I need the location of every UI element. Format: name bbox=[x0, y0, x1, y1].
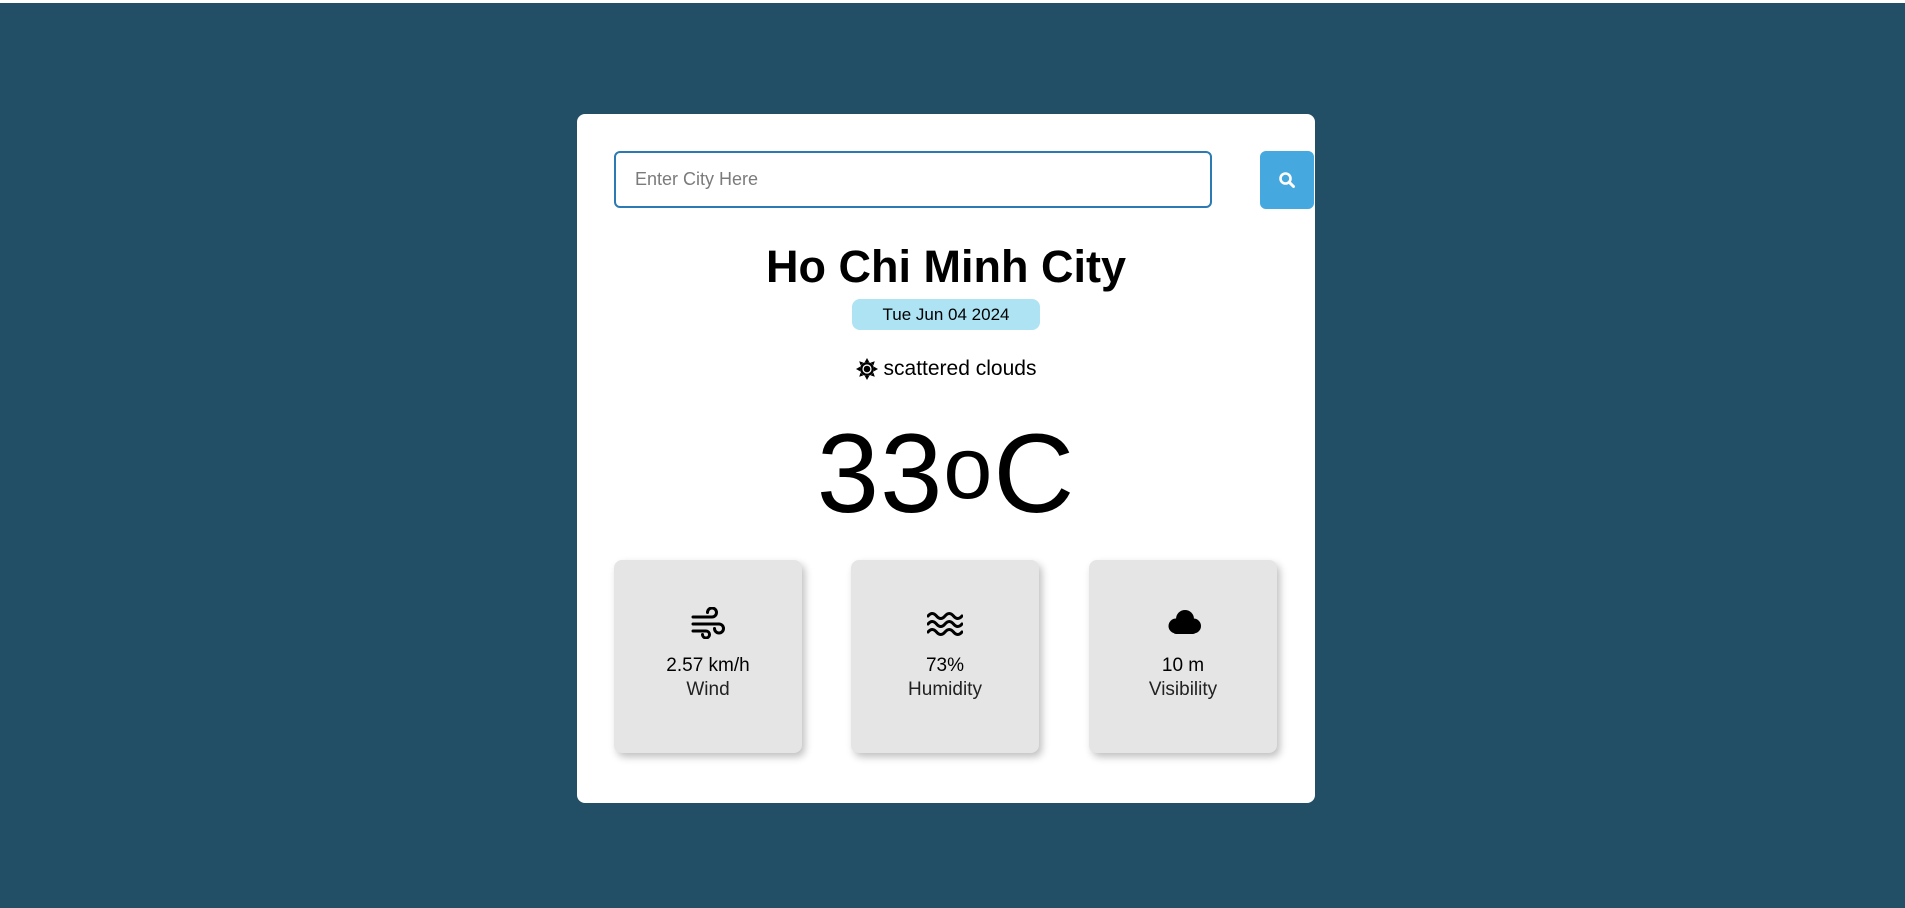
wind-icon bbox=[690, 606, 726, 640]
condition-text: scattered clouds bbox=[883, 357, 1037, 380]
humidity-value: 73% bbox=[925, 655, 965, 676]
city-name: Ho Chi Minh City bbox=[766, 241, 1126, 292]
degree-symbol: o bbox=[943, 418, 994, 517]
stat-card-humidity: 73% Humidity bbox=[851, 560, 1039, 753]
stat-card-visibility: 10 m Visibility bbox=[1089, 560, 1277, 753]
water-icon bbox=[926, 607, 964, 639]
visibility-label: Visibility bbox=[1148, 679, 1218, 700]
search-icon bbox=[1278, 171, 1296, 189]
stat-card-wind: 2.57 km/h Wind bbox=[614, 560, 802, 753]
search-bar bbox=[614, 151, 1314, 209]
date-badge: Tue Jun 04 2024 bbox=[852, 299, 1040, 330]
temperature-unit: C bbox=[993, 411, 1076, 536]
cloud-icon bbox=[1165, 607, 1201, 639]
city-search-input[interactable] bbox=[614, 151, 1212, 208]
visibility-value: 10 m bbox=[1161, 655, 1205, 676]
weather-card: Ho Chi Minh City Tue Jun 04 2024 bbox=[577, 114, 1315, 803]
wind-value: 2.57 km/h bbox=[666, 655, 750, 676]
weather-condition: scattered clouds bbox=[577, 354, 1315, 384]
sun-icon bbox=[855, 358, 878, 380]
search-button[interactable] bbox=[1260, 151, 1314, 209]
wind-label: Wind bbox=[686, 679, 730, 700]
humidity-label: Humidity bbox=[908, 679, 982, 700]
temperature: 33oC bbox=[577, 404, 1315, 544]
weather-stats: 2.57 km/h Wind 73% Humidity 10 m Visibil… bbox=[614, 560, 1280, 754]
temperature-value: 33 bbox=[816, 411, 944, 536]
date-row: Tue Jun 04 2024 bbox=[577, 299, 1315, 330]
